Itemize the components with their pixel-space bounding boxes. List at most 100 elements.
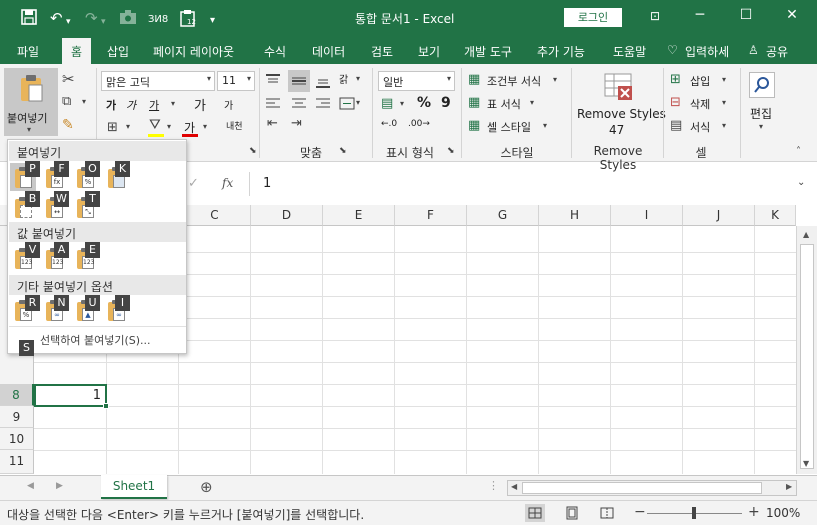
fill-color-dropdown-icon[interactable]: ▾ bbox=[167, 122, 171, 131]
tab-add-ins[interactable]: 추가 기능 bbox=[537, 43, 585, 60]
cell-styles-dropdown-icon[interactable]: ▾ bbox=[543, 121, 547, 130]
align-middle-icon[interactable] bbox=[288, 70, 310, 92]
remove-styles-button[interactable]: Remove Styles bbox=[577, 107, 666, 121]
column-header-d[interactable]: D bbox=[251, 205, 323, 226]
decrease-indent-icon[interactable]: ⇤ bbox=[267, 116, 278, 131]
restore-button[interactable]: ☐ bbox=[736, 7, 756, 23]
zoom-slider-thumb[interactable] bbox=[692, 507, 696, 519]
tab-insert[interactable]: 삽입 bbox=[107, 43, 129, 60]
font-name-combo[interactable]: 맑은 고딕 ▾ bbox=[101, 71, 215, 91]
tab-home[interactable]: 홈 bbox=[62, 38, 92, 64]
paste-button[interactable]: 붙여넣기 ▾ bbox=[4, 68, 58, 136]
paste-special-item[interactable]: 선택하여 붙여넣기(S)... bbox=[40, 332, 151, 348]
format-dropdown-icon[interactable]: ▾ bbox=[722, 121, 726, 130]
login-button[interactable]: 로그인 bbox=[564, 8, 622, 27]
bold-button[interactable]: 가 bbox=[106, 97, 116, 113]
sheet-tab-sheet1[interactable]: Sheet1 bbox=[101, 475, 167, 499]
align-right-icon[interactable] bbox=[314, 96, 332, 112]
normal-view-icon[interactable] bbox=[525, 504, 545, 522]
align-center-icon[interactable] bbox=[290, 96, 308, 112]
ribbon-display-icon[interactable]: ⊡ bbox=[645, 9, 665, 23]
delete-dropdown-icon[interactable]: ▾ bbox=[722, 98, 726, 107]
share-button[interactable]: 공유 bbox=[766, 43, 788, 60]
scroll-up-icon[interactable]: ▲ bbox=[803, 230, 809, 239]
conditional-format-dropdown-icon[interactable]: ▾ bbox=[553, 75, 557, 84]
page-layout-view-icon[interactable] bbox=[562, 504, 582, 522]
conditional-format-button[interactable]: 조건부 서식 bbox=[487, 73, 541, 89]
active-cell-a8[interactable]: 1 bbox=[34, 384, 107, 407]
orientation-button[interactable]: 갉 bbox=[339, 71, 348, 86]
decrease-decimal-button[interactable]: .00→ bbox=[408, 119, 430, 129]
cell-styles-icon[interactable]: ▦ bbox=[468, 118, 480, 133]
tab-help[interactable]: 도움말 bbox=[613, 43, 646, 60]
tell-me-box[interactable]: 입력하세 bbox=[685, 43, 729, 60]
row-header-8[interactable]: 8 bbox=[0, 384, 34, 406]
zoom-in-button[interactable]: + bbox=[748, 504, 760, 520]
scroll-down-icon[interactable]: ▼ bbox=[803, 459, 809, 468]
alignment-dialog-launcher-icon[interactable]: ⬊ bbox=[339, 146, 347, 156]
increase-indent-icon[interactable]: ⇥ bbox=[291, 116, 302, 131]
tab-page-layout[interactable]: 페이지 레이아웃 bbox=[153, 43, 234, 60]
form-icon[interactable]: 12 bbox=[179, 9, 197, 31]
merge-center-icon[interactable] bbox=[339, 96, 355, 112]
comma-button[interactable]: 9 bbox=[441, 95, 451, 111]
number-format-combo[interactable]: 일반 ▾ bbox=[378, 71, 455, 91]
borders-dropdown-icon[interactable]: ▾ bbox=[126, 122, 130, 131]
tab-formulas[interactable]: 수식 bbox=[264, 43, 286, 60]
tab-file[interactable]: 파일 bbox=[17, 43, 39, 60]
format-table-icon[interactable]: ▦ bbox=[468, 95, 480, 110]
borders-icon[interactable]: ⊞ bbox=[107, 120, 118, 135]
tab-review[interactable]: 검토 bbox=[371, 43, 393, 60]
font-color-dropdown-icon[interactable]: ▾ bbox=[203, 122, 207, 131]
column-header-f[interactable]: F bbox=[395, 205, 467, 226]
scroll-right-icon[interactable]: ▶ bbox=[786, 482, 792, 491]
copy-dropdown-icon[interactable]: ▾ bbox=[82, 97, 86, 106]
redo-dropdown-icon[interactable]: ▾ bbox=[101, 13, 106, 31]
vertical-scroll-thumb[interactable] bbox=[800, 244, 814, 469]
number-dialog-launcher-icon[interactable]: ⬊ bbox=[447, 146, 455, 156]
shrink-font-button[interactable]: 가 bbox=[224, 97, 233, 112]
underline-dropdown-icon[interactable]: ▾ bbox=[171, 99, 175, 108]
column-header-h[interactable]: H bbox=[539, 205, 611, 226]
delete-cells-icon[interactable]: ⊟ bbox=[670, 95, 681, 110]
horizontal-scroll-thumb[interactable] bbox=[522, 482, 762, 494]
delete-cells-button[interactable]: 삭제 bbox=[690, 96, 710, 112]
expand-formula-bar-icon[interactable]: ⌄ bbox=[797, 177, 805, 188]
cell-styles-button[interactable]: 셀 스타일 bbox=[487, 119, 531, 135]
format-table-dropdown-icon[interactable]: ▾ bbox=[530, 98, 534, 107]
column-header-g[interactable]: G bbox=[467, 205, 539, 226]
column-header-k[interactable]: K bbox=[755, 205, 796, 226]
horizontal-scrollbar[interactable]: ◀ ▶ bbox=[507, 480, 797, 496]
zoom-out-button[interactable]: − bbox=[634, 504, 646, 520]
font-dialog-launcher-icon[interactable]: ⬊ bbox=[249, 146, 257, 156]
column-header-e[interactable]: E bbox=[323, 205, 395, 226]
row-header-9[interactable]: 9 bbox=[0, 406, 34, 428]
search-icon[interactable] bbox=[749, 72, 775, 98]
phonetic-button[interactable]: 내천 bbox=[226, 119, 243, 132]
underline-button[interactable]: 가 bbox=[149, 97, 159, 113]
collapse-ribbon-icon[interactable]: ˄ bbox=[796, 146, 801, 157]
close-button[interactable]: ✕ bbox=[782, 7, 802, 23]
orientation-dropdown-icon[interactable]: ▾ bbox=[356, 74, 360, 83]
format-cells-icon[interactable]: ▤ bbox=[670, 118, 682, 133]
fill-color-icon[interactable]: ⛛ bbox=[149, 117, 161, 133]
sheet-prev-icon[interactable]: ◀ bbox=[27, 481, 34, 491]
align-top-icon[interactable] bbox=[264, 72, 282, 90]
remove-styles-icon[interactable] bbox=[602, 70, 634, 104]
column-header-c[interactable]: C bbox=[179, 205, 251, 226]
tab-view[interactable]: 보기 bbox=[418, 43, 440, 60]
sheet-next-icon[interactable]: ▶ bbox=[56, 481, 63, 491]
accounting-format-icon[interactable]: ▤ bbox=[381, 96, 393, 111]
align-bottom-icon[interactable] bbox=[314, 72, 332, 90]
font-size-combo[interactable]: 11 ▾ bbox=[217, 71, 255, 91]
minimize-button[interactable]: ─ bbox=[690, 7, 710, 23]
undo-icon[interactable]: ↶ bbox=[50, 9, 63, 27]
copy-icon[interactable]: ⧉ bbox=[62, 94, 71, 109]
italic-button[interactable]: 가 bbox=[126, 97, 136, 113]
tab-data[interactable]: 데이터 bbox=[312, 43, 345, 60]
column-header-i[interactable]: I bbox=[611, 205, 683, 226]
customize-quick-access-icon[interactable]: ▾ bbox=[210, 12, 215, 30]
tab-developer[interactable]: 개발 도구 bbox=[464, 43, 512, 60]
tab-splitter-icon[interactable]: ⋮ bbox=[488, 479, 499, 492]
format-cells-button[interactable]: 서식 bbox=[690, 119, 710, 135]
